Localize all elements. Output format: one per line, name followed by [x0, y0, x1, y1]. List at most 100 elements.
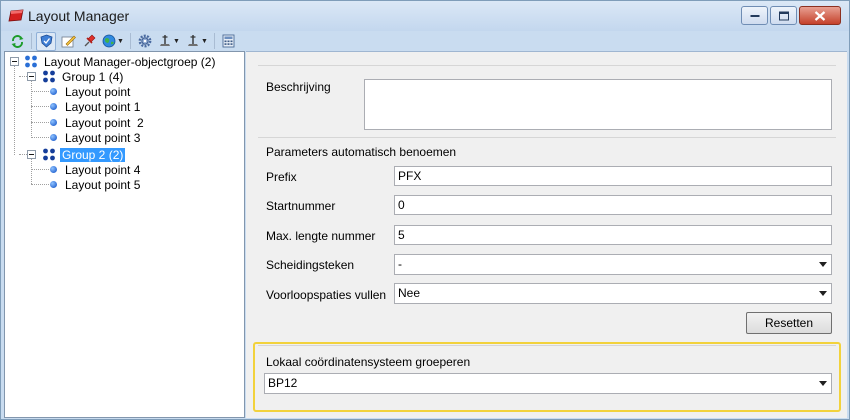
toolbar: ▼ ▼ ▼ [4, 31, 846, 51]
shield-button[interactable] [36, 31, 56, 51]
tree-connector [31, 184, 49, 185]
title-bar[interactable]: Layout Manager [1, 1, 849, 31]
settings-button[interactable] [135, 32, 154, 51]
tree-group-2[interactable]: Group 2 (2) [42, 147, 126, 162]
tree-item-label: Layout point 1 [65, 99, 141, 114]
chevron-down-icon: ▼ [173, 37, 180, 45]
tree-item[interactable]: Layout point 1 [50, 99, 142, 114]
object-group-icon [25, 55, 37, 68]
coordinate-system-title: Lokaal coördinatensysteem groeperen [266, 355, 471, 369]
globe-icon [102, 34, 116, 48]
tree-item-label: Layout point 3 [65, 130, 141, 145]
edit-button[interactable] [58, 32, 78, 51]
tree-item[interactable]: Layout point 4 [50, 162, 142, 177]
description-field[interactable] [364, 79, 832, 130]
start-number-label: Startnummer [266, 199, 336, 213]
chevron-down-icon [819, 262, 827, 267]
minimize-icon [750, 14, 759, 17]
globe-dropdown-button[interactable]: ▼ [100, 32, 126, 51]
tree-connector [31, 159, 32, 184]
chevron-down-icon [819, 291, 827, 296]
close-icon [814, 10, 826, 21]
tree-item-label: Layout point 5 [65, 177, 141, 192]
layout-point-icon [50, 134, 57, 141]
collapse-icon[interactable] [27, 150, 36, 159]
auto-naming-title: Parameters automatisch benoemen [266, 145, 457, 159]
refresh-icon [11, 34, 23, 48]
toolbar-separator [214, 33, 215, 49]
calculator-icon [222, 34, 235, 48]
start-number-field[interactable]: 0 [394, 195, 832, 215]
tree-group-1[interactable]: Group 1 (4) [42, 69, 125, 84]
anchor-point-icon [160, 35, 171, 46]
layout-point-icon [50, 119, 57, 126]
layout-point-icon [50, 103, 57, 110]
anchor-point-dropdown-button[interactable]: ▼ [156, 32, 182, 51]
tree-connector [19, 76, 27, 77]
coordinate-system-value: BP12 [268, 376, 298, 390]
maximize-button[interactable] [770, 6, 797, 25]
window-title: Layout Manager [28, 8, 130, 24]
reset-button[interactable]: Resetten [746, 312, 832, 334]
chevron-down-icon: ▼ [117, 37, 124, 45]
shield-icon [40, 34, 52, 48]
tree-connector [19, 154, 27, 155]
close-button[interactable] [799, 6, 841, 25]
collapse-icon[interactable] [10, 57, 19, 66]
layout-manager-app-icon [8, 9, 24, 22]
tree-item-label: Layout point 4 [65, 162, 141, 177]
max-length-field[interactable]: 5 [394, 225, 832, 245]
group-icon [43, 148, 55, 161]
tree-connector [31, 81, 32, 138]
gear-icon [138, 34, 151, 48]
chevron-down-icon [819, 381, 827, 386]
anchor-point-dropdown-button-2[interactable]: ▼ [184, 32, 210, 51]
toolbar-separator [31, 33, 32, 49]
tree-item[interactable]: Layout point [50, 84, 132, 99]
toolbar-separator [130, 33, 131, 49]
refresh-button[interactable] [7, 32, 27, 51]
anchor-point-icon [188, 35, 199, 46]
tree-group-2-label: Group 2 (2) [60, 147, 126, 162]
object-tree[interactable]: Layout Manager-objectgroep (2) Group 1 (… [4, 51, 245, 418]
layout-point-icon [50, 181, 57, 188]
maximize-icon [778, 11, 789, 20]
layout-manager-window: Layout Manager ▼ ▼ ▼ Layout Manager-obje… [0, 0, 850, 420]
separator-label: Scheidingsteken [266, 258, 355, 272]
properties-panel: Beschrijving Parameters automatisch beno… [246, 51, 847, 418]
pin-button[interactable] [80, 32, 98, 51]
padding-label: Voorloopspaties vullen [266, 288, 387, 302]
layout-point-icon [50, 166, 57, 173]
tree-item-label: Layout point 2 [65, 115, 144, 130]
tree-connector [31, 169, 49, 170]
tree-group-1-label: Group 1 (4) [62, 69, 124, 84]
max-length-label: Max. lengte nummer [266, 229, 376, 243]
tree-item[interactable]: Layout point 5 [50, 177, 142, 192]
calculator-button[interactable] [219, 32, 238, 51]
tree-root-label: Layout Manager-objectgroep (2) [44, 54, 216, 69]
layout-point-icon [50, 88, 57, 95]
description-label: Beschrijving [266, 80, 331, 94]
tree-connector [31, 137, 49, 138]
tree-item[interactable]: Layout point 2 [50, 115, 146, 130]
tree-connector [14, 66, 15, 155]
edit-icon [61, 35, 76, 48]
coordinate-system-select[interactable]: BP12 [264, 373, 832, 394]
padding-select[interactable]: Nee [394, 283, 832, 304]
collapse-icon[interactable] [27, 72, 36, 81]
tree-connector [31, 91, 49, 92]
separator-value: - [398, 257, 402, 271]
prefix-field[interactable]: PFX [394, 166, 832, 186]
padding-value: Nee [398, 286, 421, 300]
tree-item[interactable]: Layout point 3 [50, 130, 142, 145]
prefix-label: Prefix [266, 170, 297, 184]
tree-item-label: Layout point [65, 84, 131, 99]
separator-select[interactable]: - [394, 254, 832, 275]
chevron-down-icon: ▼ [201, 37, 208, 45]
minimize-button[interactable] [741, 6, 768, 25]
tree-connector [31, 106, 49, 107]
group-icon [43, 70, 55, 83]
tree-root-node[interactable]: Layout Manager-objectgroep (2) [24, 54, 217, 69]
tree-connector [31, 122, 49, 123]
pin-icon [84, 34, 95, 47]
